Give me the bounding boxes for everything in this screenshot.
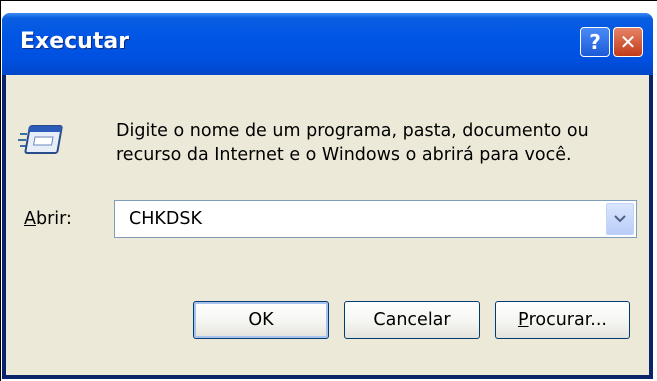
instruction-text: Digite o nome de um programa, pasta, doc…: [116, 119, 636, 167]
open-label-mnemonic: A: [24, 209, 36, 229]
open-label-text: brir:: [35, 209, 72, 229]
instruction-line-1: Digite o nome de um programa, pasta, doc…: [116, 121, 589, 141]
open-combobox[interactable]: CHKDSK: [114, 200, 637, 238]
run-dialog-window: Executar ? ✕ Digite o nome de um program…: [2, 13, 653, 379]
page-top-border: [0, 0, 657, 1]
dropdown-button[interactable]: [606, 203, 634, 235]
open-label: Abrir:: [24, 209, 72, 229]
run-dialog-icon: [18, 125, 63, 154]
ok-button[interactable]: OK: [193, 301, 329, 339]
title-bar[interactable]: Executar ? ✕: [2, 13, 653, 75]
dialog-body: Digite o nome de um programa, pasta, doc…: [6, 75, 649, 375]
close-icon: ✕: [619, 30, 637, 54]
page-left-border: [0, 0, 1, 381]
browse-mnemonic: P: [518, 310, 529, 330]
open-input[interactable]: CHKDSK: [129, 209, 202, 229]
browse-button[interactable]: Procurar...: [495, 301, 630, 339]
help-icon: ?: [589, 30, 601, 54]
close-button[interactable]: ✕: [613, 27, 643, 57]
help-button[interactable]: ?: [580, 27, 610, 57]
cancel-button[interactable]: Cancelar: [344, 301, 480, 339]
chevron-down-icon: [614, 215, 626, 223]
instruction-line-2: recurso da Internet e o Windows o abrirá…: [116, 145, 572, 165]
window-title: Executar: [20, 29, 130, 54]
browse-label: rocurar...: [528, 310, 607, 330]
